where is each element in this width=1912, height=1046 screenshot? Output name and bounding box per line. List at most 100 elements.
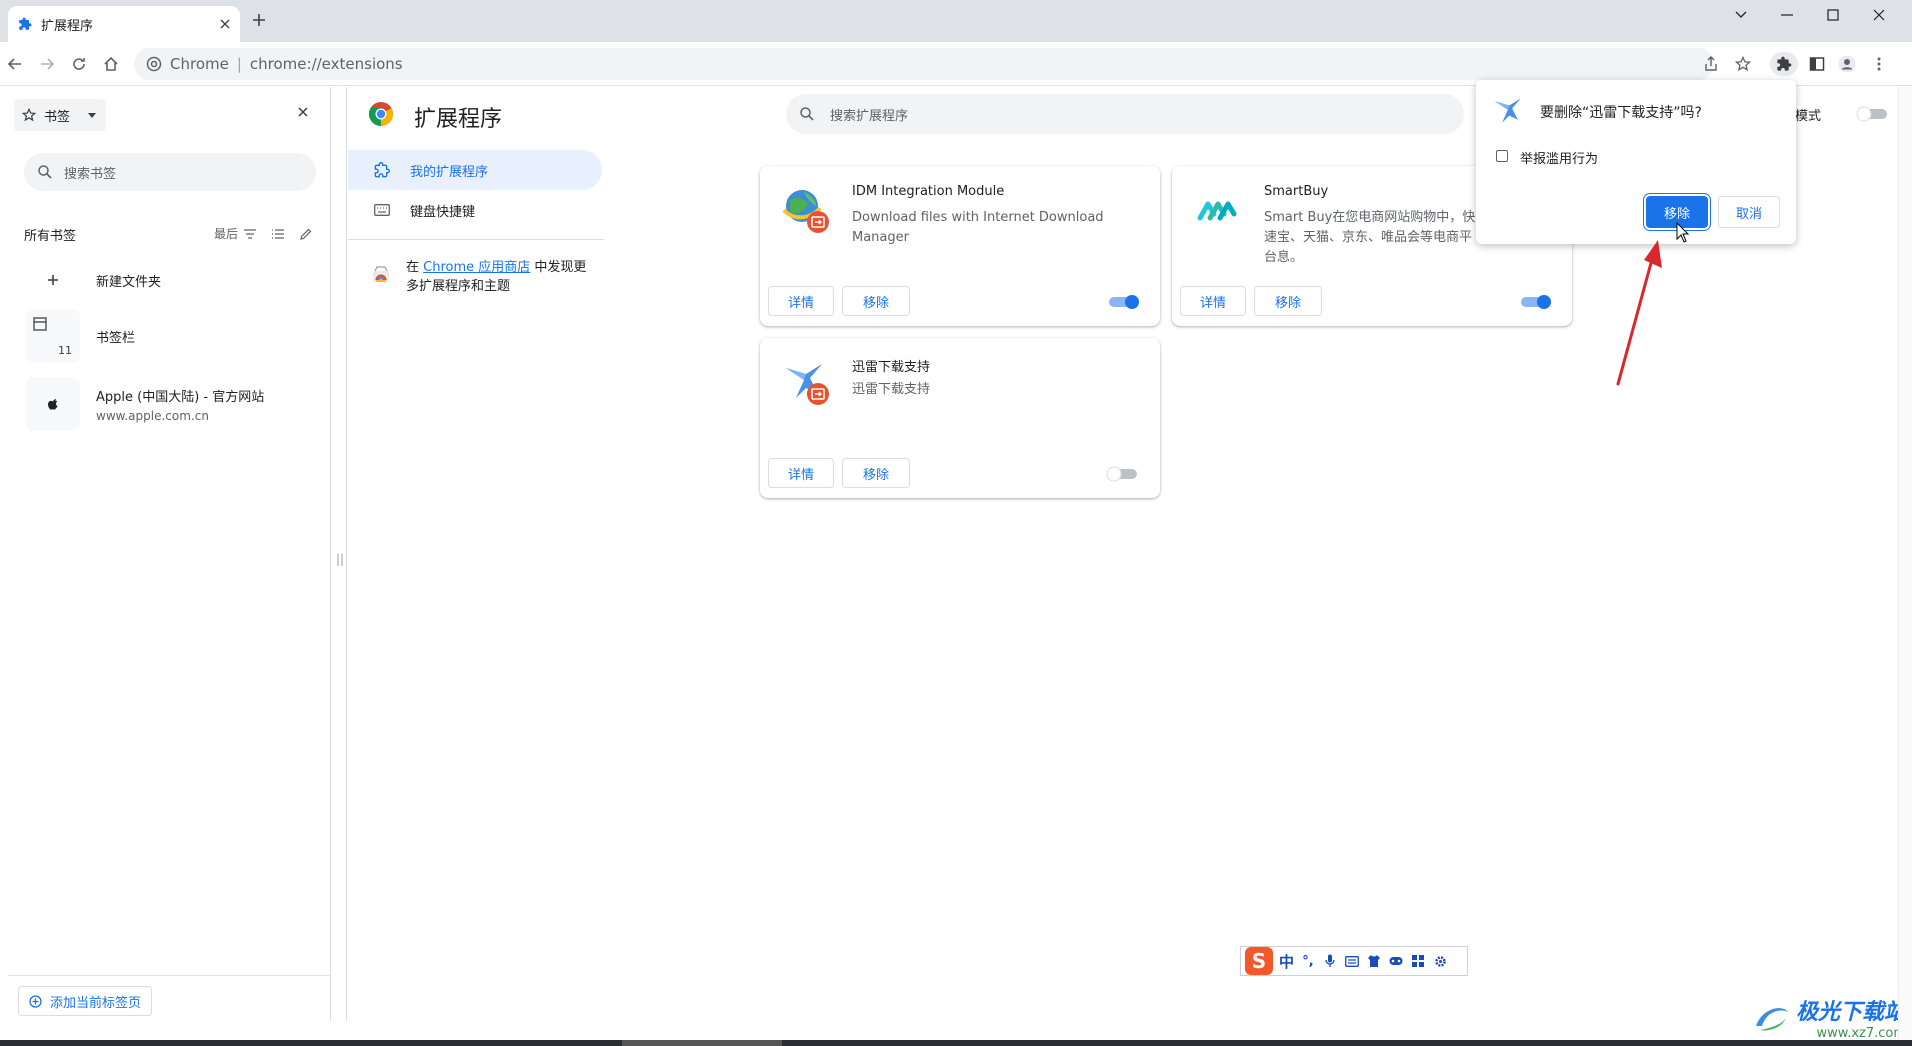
bookmark-count: 11 <box>58 344 72 357</box>
extension-name: IDM Integration Module <box>852 184 1005 199</box>
tab-search-icon[interactable] <box>1718 4 1764 26</box>
all-bookmarks-label: 所有书签 <box>24 229 77 244</box>
side-panel-resize-handle[interactable]: || <box>336 552 344 566</box>
ime-skin-icon[interactable] <box>1366 953 1382 969</box>
new-tab-button[interactable] <box>252 13 274 35</box>
url-text: chrome://extensions <box>249 55 403 73</box>
remove-button[interactable]: 移除 <box>1254 286 1322 316</box>
apple-icon <box>26 377 80 431</box>
side-panel-selector[interactable]: 书签 <box>14 99 106 131</box>
details-button[interactable]: 详情 <box>768 286 834 316</box>
chrome-icon <box>146 56 162 72</box>
ime-apps-icon[interactable] <box>1410 953 1426 969</box>
extension-enabled-toggle[interactable] <box>1518 294 1552 310</box>
caret-down-icon <box>88 112 97 118</box>
home-button[interactable] <box>98 52 124 76</box>
tab-extensions[interactable]: 扩展程序 <box>8 6 240 42</box>
nav-keyboard-shortcuts[interactable]: 键盘快捷键 <box>348 190 602 230</box>
nav-my-extensions-label: 我的扩展程序 <box>410 164 489 180</box>
add-current-tab-button[interactable]: 添加当前标签页 <box>18 986 153 1016</box>
report-abuse-checkbox[interactable] <box>1496 150 1508 162</box>
search-icon <box>38 165 52 179</box>
sort-button[interactable]: 最后 <box>214 225 238 242</box>
edit-pencil-icon[interactable] <box>300 228 312 240</box>
watermark-name: 极光下载站 <box>1796 1000 1907 1025</box>
nav-divider <box>348 239 604 240</box>
extension-description: Download files with Internet Download Ma… <box>852 210 1104 245</box>
extension-name: 迅雷下载支持 <box>852 360 931 375</box>
ime-settings-gear-icon[interactable] <box>1432 953 1448 969</box>
maximize-button[interactable] <box>1810 4 1856 26</box>
side-panel-selector-label: 书签 <box>44 109 71 125</box>
annotation-arrow <box>1610 238 1670 388</box>
menu-kebab-icon[interactable] <box>1866 52 1892 76</box>
web-store-promo: 在 Chrome 应用商店 中发现更多扩展程序和主题 <box>372 258 592 296</box>
list-view-icon[interactable] <box>272 228 285 239</box>
sidebar-item-label: Apple (中国大陆) - 官方网站 <box>96 389 265 405</box>
profile-avatar-icon[interactable] <box>1834 52 1860 76</box>
microphone-icon[interactable] <box>1322 953 1338 969</box>
star-icon <box>22 108 36 122</box>
sidebar-item-label: 新建文件夹 <box>96 274 162 290</box>
ime-punctuation-toggle[interactable]: °, <box>1300 953 1316 969</box>
puzzle-outline-icon <box>374 162 390 178</box>
remove-extension-dialog: 要删除“迅雷下载支持”吗? 举报滥用行为 移除 取消 <box>1476 80 1796 244</box>
add-circle-icon <box>29 994 42 1008</box>
ime-game-icon[interactable] <box>1388 953 1404 969</box>
side-panel-icon[interactable] <box>1804 52 1830 76</box>
nav-my-extensions[interactable]: 我的扩展程序 <box>348 150 602 190</box>
side-panel-footer: 添加当前标签页 <box>8 975 331 1021</box>
xunlei-icon <box>782 358 832 408</box>
bookmarks-side-panel: 书签 搜索书签 所有书签 最后 新建文件夹 11 书签栏 Apple (中国大陆… <box>8 87 331 1021</box>
mouse-cursor-icon <box>1676 222 1690 244</box>
sidebar-item-apple[interactable]: Apple (中国大陆) - 官方网站 www.apple.com.cn <box>26 377 316 431</box>
watermark-logo: 极光下载站 www.xz7.com <box>1752 994 1906 1041</box>
web-store-link[interactable]: Chrome 应用商店 <box>423 260 530 275</box>
cancel-button[interactable]: 取消 <box>1718 196 1780 228</box>
sidebar-item-new-folder[interactable]: 新建文件夹 <box>26 265 316 295</box>
share-icon[interactable] <box>1698 52 1724 76</box>
tab-close-icon[interactable] <box>220 19 230 29</box>
extension-enabled-toggle[interactable] <box>1106 294 1140 310</box>
puzzle-icon <box>18 17 32 31</box>
taskbar-scroll-thumb[interactable] <box>622 1040 782 1046</box>
developer-mode-toggle[interactable] <box>1856 106 1890 122</box>
back-button[interactable] <box>2 52 28 76</box>
web-store-prefix: 在 <box>406 260 424 275</box>
details-button[interactable]: 详情 <box>1180 286 1246 316</box>
extension-description: Smart Buy在您电商网站购物中，快速宝、天猫、京东、唯品会等电商平台息。 <box>1264 210 1476 265</box>
sidebar-item-bookmarks-bar[interactable]: 11 书签栏 <box>26 309 316 363</box>
extensions-search-input[interactable]: 搜索扩展程序 <box>786 94 1464 134</box>
ime-mode-toggle[interactable]: 中 <box>1279 951 1294 972</box>
remove-button[interactable]: 移除 <box>842 458 910 488</box>
keyboard-icon <box>374 204 390 216</box>
report-abuse-label: 举报滥用行为 <box>1520 152 1599 167</box>
extensions-puzzle-icon[interactable] <box>1770 52 1798 76</box>
sogou-ime-logo[interactable]: S <box>1245 947 1273 975</box>
forward-button[interactable] <box>34 52 60 76</box>
extension-enabled-toggle[interactable] <box>1106 466 1140 482</box>
bookmark-star-icon[interactable] <box>1730 52 1756 76</box>
bookmark-search-placeholder: 搜索书签 <box>64 166 117 182</box>
nav-keyboard-shortcuts-label: 键盘快捷键 <box>410 204 476 220</box>
reload-button[interactable] <box>66 52 92 76</box>
filter-icon[interactable] <box>244 228 257 239</box>
watermark-swirl-icon <box>1756 1007 1788 1030</box>
xunlei-icon <box>1492 94 1528 130</box>
tab-strip: 扩展程序 <box>0 0 1912 42</box>
sidebar-item-url: www.apple.com.cn <box>96 408 209 423</box>
search-icon <box>800 107 814 121</box>
add-current-tab-label: 添加当前标签页 <box>50 995 142 1011</box>
taskbar-strip <box>0 1040 1912 1046</box>
page-scrollbar[interactable] <box>1898 87 1912 1040</box>
details-button[interactable]: 详情 <box>768 458 834 488</box>
ime-keyboard-icon[interactable] <box>1344 953 1360 969</box>
bookmark-search-input[interactable]: 搜索书签 <box>24 153 316 191</box>
address-bar[interactable]: Chrome | chrome://extensions <box>134 48 1714 80</box>
side-panel-close-icon[interactable] <box>298 107 308 117</box>
sort-controls: 最后 <box>214 225 312 242</box>
minimize-button[interactable] <box>1764 4 1810 26</box>
remove-button[interactable]: 移除 <box>842 286 910 316</box>
close-window-button[interactable] <box>1856 4 1902 26</box>
plus-icon <box>26 265 80 295</box>
